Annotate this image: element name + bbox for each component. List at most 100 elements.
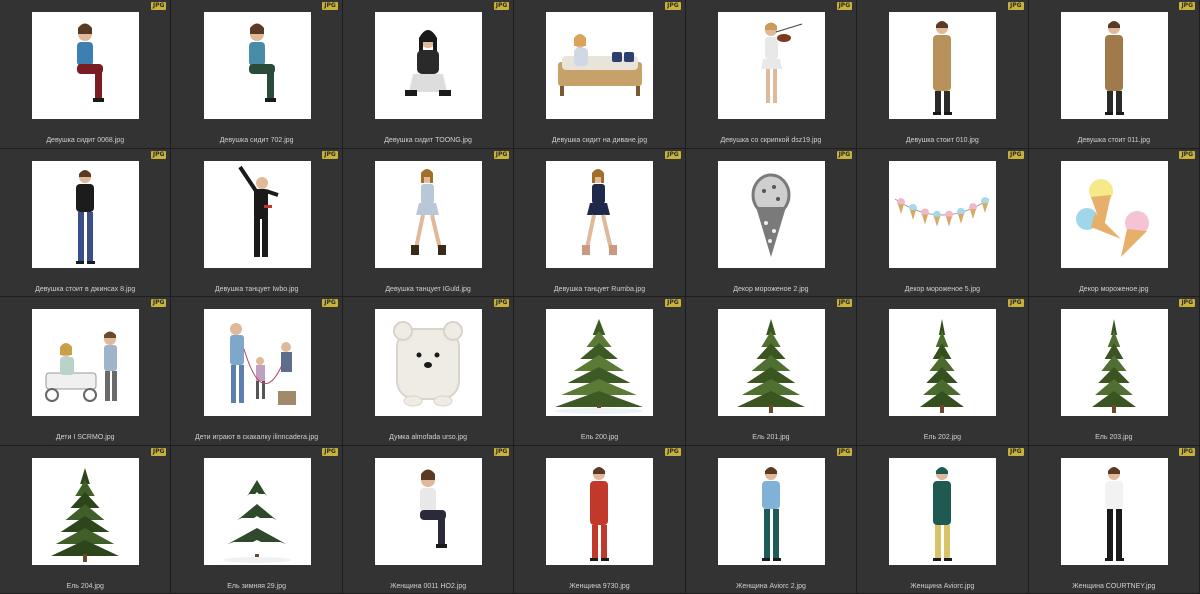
- file-name-label: Декор мороженое 2.jpg: [733, 285, 809, 293]
- thumbnail-tile[interactable]: JPG Женщина 0011 HO2.jpg: [342, 445, 515, 594]
- thumbnail-tile[interactable]: JPG Ель зимняя 29.jpg: [171, 445, 343, 594]
- thumbnail-image[interactable]: [203, 309, 311, 416]
- thumbnail-image[interactable]: [546, 457, 654, 565]
- file-type-badge: JPG: [1179, 150, 1195, 159]
- thumbnail-image[interactable]: [375, 160, 483, 268]
- thumbnail-tile[interactable]: JPG Девушка танцует Rumba.jpg: [514, 148, 686, 297]
- thumbnail-tile[interactable]: JPG Думка almofada urso.jpg: [342, 297, 515, 446]
- file-name-label: Ель 203.jpg: [1095, 434, 1133, 441]
- file-name-label: Девушка сидит 702.jpg: [219, 137, 294, 144]
- file-type-badge: JPG: [836, 150, 853, 159]
- thumbnail-tile[interactable]: JPG Женщина Aviorc.jpg: [857, 445, 1029, 594]
- file-name-label: Девушка стоит 010.jpg: [905, 137, 979, 144]
- thumbnail-tile[interactable]: JPG Девушка сидит 0068.jpg: [0, 0, 172, 149]
- thumbnail-image[interactable]: [546, 309, 654, 416]
- file-type-badge: JPG: [493, 447, 510, 456]
- thumbnail-tile[interactable]: JPG Женщина Aviorc 2.jpg: [685, 445, 858, 594]
- file-type-badge: JPG: [493, 299, 510, 307]
- file-name-label: Ель 204.jpg: [66, 582, 104, 590]
- thumbnail-tile[interactable]: JPG Женщина COURTNEY.jpg: [1028, 445, 1200, 594]
- thumbnail-image[interactable]: [717, 309, 825, 416]
- file-type-badge: JPG: [1008, 150, 1024, 159]
- file-name-label: Дети I SCRMO.jpg: [55, 434, 115, 441]
- file-name-label: Декор мороженое 5.jpg: [904, 285, 980, 293]
- file-name-label: Девушка со скрипкой dsz19.jpg: [720, 137, 822, 144]
- thumbnail-image[interactable]: [375, 457, 483, 565]
- thumbnail-tile[interactable]: JPG Декор мороженое 2.jpg: [685, 148, 858, 297]
- file-type-badge: JPG: [322, 2, 338, 10]
- thumbnail-image[interactable]: [889, 12, 997, 119]
- thumbnail-tile[interactable]: JPG Девушка стоит в джинсах 8.jpg: [0, 148, 172, 297]
- thumbnail-image[interactable]: [546, 160, 654, 268]
- thumbnail-image[interactable]: [889, 160, 997, 268]
- file-type-badge: JPG: [493, 2, 510, 10]
- thumbnail-tile[interactable]: JPG Ель 204.jpg: [0, 445, 172, 594]
- file-type-badge: JPG: [665, 447, 681, 456]
- thumbnail-image[interactable]: [546, 12, 654, 119]
- file-type-badge: JPG: [1179, 447, 1195, 456]
- thumbnail-tile[interactable]: JPG Декор мороженое.jpg: [1028, 148, 1200, 297]
- thumbnail-tile[interactable]: JPG Девушка сидит TOONG.jpg: [342, 0, 515, 149]
- thumbnail-tile[interactable]: JPG Ель 201.jpg: [685, 297, 858, 446]
- file-type-badge: JPG: [1179, 2, 1195, 10]
- thumbnail-image[interactable]: [717, 457, 825, 565]
- file-type-badge: JPG: [150, 299, 167, 307]
- thumbnail-tile[interactable]: JPG Ель 202.jpg: [857, 297, 1029, 446]
- thumbnail-image[interactable]: [375, 309, 483, 416]
- file-type-badge: JPG: [322, 150, 338, 159]
- file-name-label: Ель зимняя 29.jpg: [227, 582, 286, 590]
- file-name-label: Девушка сидит на диване.jpg: [551, 137, 648, 144]
- thumbnail-image[interactable]: [717, 160, 825, 268]
- file-type-badge: JPG: [1008, 299, 1024, 307]
- thumbnail-tile[interactable]: JPG Дети I SCRMO.jpg: [0, 297, 172, 446]
- thumbnail-tile[interactable]: JPG Девушка танцует Iwbo.jpg: [171, 148, 343, 297]
- file-name-label: Ель 202.jpg: [923, 434, 961, 441]
- file-name-label: Девушка танцует Rumba.jpg: [553, 285, 646, 293]
- file-type-badge: JPG: [1179, 299, 1195, 307]
- thumbnail-image[interactable]: [32, 12, 140, 119]
- file-type-badge: JPG: [1008, 2, 1024, 10]
- file-name-label: Думка almofada urso.jpg: [389, 434, 467, 441]
- thumbnail-tile[interactable]: JPG Женщина 9730.jpg: [514, 445, 686, 594]
- file-type-badge: JPG: [493, 150, 510, 159]
- file-name-label: Девушка танцует IGuld.jpg: [385, 285, 471, 293]
- file-name-label: Девушка танцует Iwbo.jpg: [214, 285, 299, 293]
- file-name-label: Девушка сидит 0068.jpg: [46, 137, 125, 144]
- thumbnail-image[interactable]: [375, 12, 483, 119]
- thumbnail-tile[interactable]: JPG Декор мороженое 5.jpg: [857, 148, 1029, 297]
- thumbnail-image[interactable]: [1060, 12, 1168, 119]
- file-type-badge: JPG: [322, 299, 338, 307]
- thumbnail-tile[interactable]: JPG Девушка сидит на диване.jpg: [514, 0, 686, 149]
- thumbnail-tile[interactable]: JPG Девушка стоит 011.jpg: [1028, 0, 1200, 149]
- thumbnail-image[interactable]: [32, 160, 140, 268]
- thumbnail-image[interactable]: [1060, 457, 1168, 565]
- thumbnail-image[interactable]: [1060, 160, 1168, 268]
- thumbnail-tile[interactable]: JPG Девушка со скрипкой dsz19.jpg: [685, 0, 858, 149]
- thumbnail-image[interactable]: [32, 457, 140, 565]
- thumbnail-tile[interactable]: JPG Девушка стоит 010.jpg: [857, 0, 1029, 149]
- file-name-label: Девушка сидит TOONG.jpg: [384, 137, 472, 144]
- file-type-badge: JPG: [150, 150, 167, 159]
- thumbnail-tile[interactable]: JPG Девушка сидит 702.jpg: [171, 0, 343, 149]
- thumbnail-tile[interactable]: JPG Девушка танцует IGuld.jpg: [342, 148, 515, 297]
- file-name-label: Ель 200.jpg: [580, 434, 619, 441]
- thumbnail-image[interactable]: [717, 12, 825, 119]
- thumbnail-tile[interactable]: JPG Ель 203.jpg: [1028, 297, 1200, 446]
- file-name-label: Женщина COURTNEY.jpg: [1072, 582, 1156, 590]
- thumbnail-image[interactable]: [203, 160, 311, 268]
- thumbnail-image[interactable]: [203, 457, 311, 565]
- thumbnail-image[interactable]: [32, 309, 140, 416]
- file-name-label: Ель 201.jpg: [752, 434, 790, 441]
- file-type-badge: JPG: [322, 447, 338, 456]
- file-name-label: Женщина Aviorc 2.jpg: [735, 582, 806, 590]
- file-type-badge: JPG: [150, 447, 167, 456]
- thumbnail-image[interactable]: [1060, 309, 1168, 416]
- thumbnail-image[interactable]: [203, 12, 311, 119]
- thumbnail-tile[interactable]: JPG Дети играют в скакалку ilinncadera.jp…: [171, 297, 343, 446]
- file-type-badge: JPG: [665, 150, 681, 159]
- thumbnail-image[interactable]: [889, 457, 997, 565]
- file-name-label: Декор мороженое.jpg: [1079, 285, 1149, 293]
- thumbnail-image[interactable]: [889, 309, 997, 416]
- file-name-label: Дети играют в скакалку ilinncadera.jpg: [195, 434, 319, 441]
- thumbnail-tile[interactable]: JPG Ель 200.jpg: [514, 297, 686, 446]
